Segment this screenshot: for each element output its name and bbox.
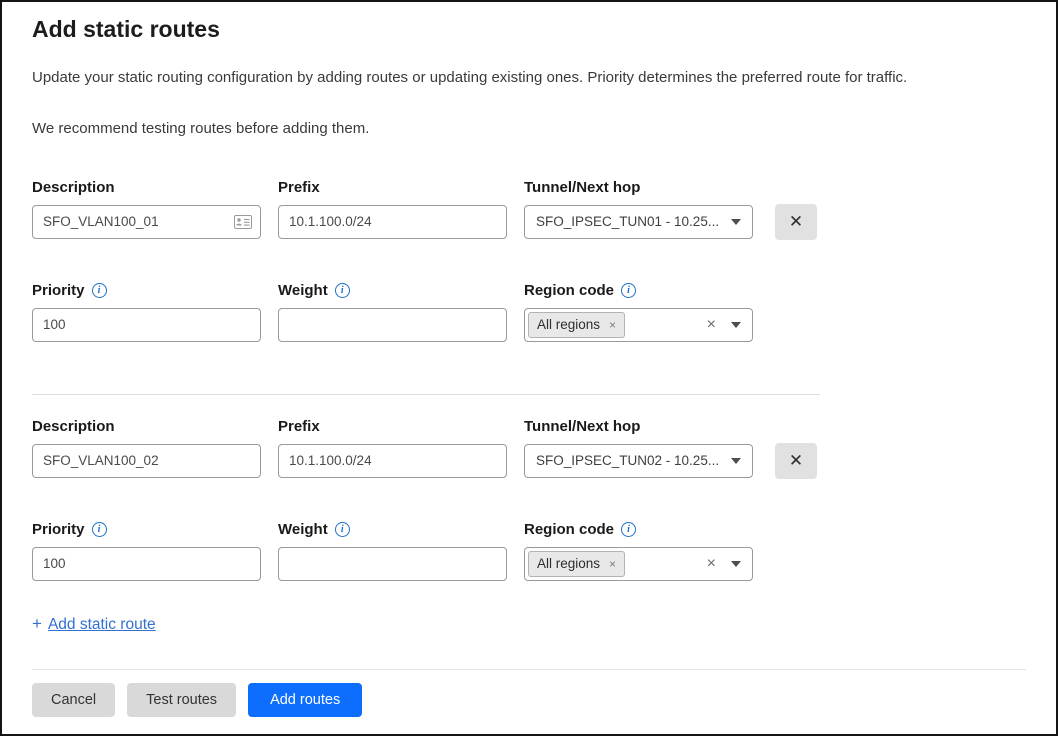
region-field-1: Region code i All regions × × xyxy=(524,282,753,342)
description-field-2: Description xyxy=(32,418,261,479)
clear-selection-icon[interactable]: × xyxy=(707,317,716,333)
tunnel-field-1: Tunnel/Next hop SFO_IPSEC_TUN01 - 10.25.… xyxy=(524,179,753,240)
prefix-input[interactable] xyxy=(278,444,507,478)
region-tag: All regions × xyxy=(528,551,625,577)
page-title: Add static routes xyxy=(32,16,1026,44)
chevron-down-icon xyxy=(731,219,741,225)
priority-label: Priority xyxy=(32,521,85,538)
remove-route-button[interactable]: ✕ xyxy=(775,204,817,240)
route-1-row-2: Priority i Weight i Region code i xyxy=(32,282,1026,342)
add-routes-button[interactable]: Add routes xyxy=(248,683,362,717)
weight-label-wrap: Weight i xyxy=(278,521,507,539)
region-field-2: Region code i All regions × × xyxy=(524,521,753,581)
priority-input[interactable] xyxy=(32,308,261,342)
info-icon[interactable]: i xyxy=(335,283,350,298)
description-input[interactable] xyxy=(32,444,261,478)
tag-close-icon[interactable]: × xyxy=(609,319,616,331)
intro-text: Update your static routing configuration… xyxy=(32,68,1026,88)
priority-field-2: Priority i xyxy=(32,521,261,581)
route-divider xyxy=(32,394,820,395)
prefix-field-2: Prefix xyxy=(278,418,507,479)
add-static-route-link[interactable]: Add static route xyxy=(48,616,156,633)
weight-field-2: Weight i xyxy=(278,521,507,581)
prefix-label: Prefix xyxy=(278,179,507,197)
info-icon[interactable]: i xyxy=(92,522,107,537)
chevron-down-icon xyxy=(731,322,741,328)
prefix-field-1: Prefix xyxy=(278,179,507,240)
footer-buttons: Cancel Test routes Add routes xyxy=(32,683,1026,717)
chevron-down-icon xyxy=(731,458,741,464)
weight-input[interactable] xyxy=(278,547,507,581)
route-1-row-1: Description Prefix xyxy=(32,179,1026,240)
tunnel-select[interactable]: SFO_IPSEC_TUN02 - 10.25... xyxy=(524,444,753,478)
region-label-wrap: Region code i xyxy=(524,282,753,300)
weight-label: Weight xyxy=(278,282,328,299)
description-label: Description xyxy=(32,179,261,197)
tunnel-selected-value: SFO_IPSEC_TUN02 - 10.25... xyxy=(536,453,731,468)
prefix-input[interactable] xyxy=(278,205,507,239)
priority-label-wrap: Priority i xyxy=(32,521,261,539)
prefix-label: Prefix xyxy=(278,418,507,436)
remove-route-button[interactable]: ✕ xyxy=(775,443,817,479)
chevron-down-icon xyxy=(731,561,741,567)
weight-label: Weight xyxy=(278,521,328,538)
plus-icon: + xyxy=(32,614,42,633)
add-static-route-row: + Add static route xyxy=(32,614,1026,634)
priority-field-1: Priority i xyxy=(32,282,261,342)
route-entry-1: Description Prefix xyxy=(32,179,1026,342)
weight-label-wrap: Weight i xyxy=(278,282,507,300)
weight-input[interactable] xyxy=(278,308,507,342)
test-routes-button[interactable]: Test routes xyxy=(127,683,236,717)
priority-label: Priority xyxy=(32,282,85,299)
region-label: Region code xyxy=(524,282,614,299)
route-2-row-2: Priority i Weight i Region code i xyxy=(32,521,1026,581)
region-multiselect[interactable]: All regions × × xyxy=(524,308,753,342)
clear-selection-icon[interactable]: × xyxy=(707,556,716,572)
tunnel-select[interactable]: SFO_IPSEC_TUN01 - 10.25... xyxy=(524,205,753,239)
region-label: Region code xyxy=(524,521,614,538)
info-icon[interactable]: i xyxy=(335,522,350,537)
route-2-row-1: Description Prefix Tunnel/Next hop SFO_I… xyxy=(32,418,1026,479)
description-label: Description xyxy=(32,418,261,436)
region-tag: All regions × xyxy=(528,312,625,338)
recommendation-text: We recommend testing routes before addin… xyxy=(32,119,1026,139)
tag-close-icon[interactable]: × xyxy=(609,558,616,570)
info-icon[interactable]: i xyxy=(621,283,636,298)
info-icon[interactable]: i xyxy=(92,283,107,298)
info-icon[interactable]: i xyxy=(621,522,636,537)
region-tag-label: All regions xyxy=(537,556,600,571)
region-multiselect[interactable]: All regions × × xyxy=(524,547,753,581)
footer-divider xyxy=(32,669,1026,670)
priority-input[interactable] xyxy=(32,547,261,581)
route-entry-2: Description Prefix Tunnel/Next hop SFO_I… xyxy=(32,418,1026,581)
tunnel-field-2: Tunnel/Next hop SFO_IPSEC_TUN02 - 10.25.… xyxy=(524,418,753,479)
description-input[interactable] xyxy=(32,205,261,239)
description-field-1: Description xyxy=(32,179,261,240)
region-label-wrap: Region code i xyxy=(524,521,753,539)
tunnel-selected-value: SFO_IPSEC_TUN01 - 10.25... xyxy=(536,214,731,229)
cancel-button[interactable]: Cancel xyxy=(32,683,115,717)
tunnel-label: Tunnel/Next hop xyxy=(524,179,753,197)
tunnel-label: Tunnel/Next hop xyxy=(524,418,753,436)
region-tag-label: All regions xyxy=(537,317,600,332)
priority-label-wrap: Priority i xyxy=(32,282,261,300)
add-static-routes-dialog: Add static routes Update your static rou… xyxy=(2,2,1056,717)
weight-field-1: Weight i xyxy=(278,282,507,342)
